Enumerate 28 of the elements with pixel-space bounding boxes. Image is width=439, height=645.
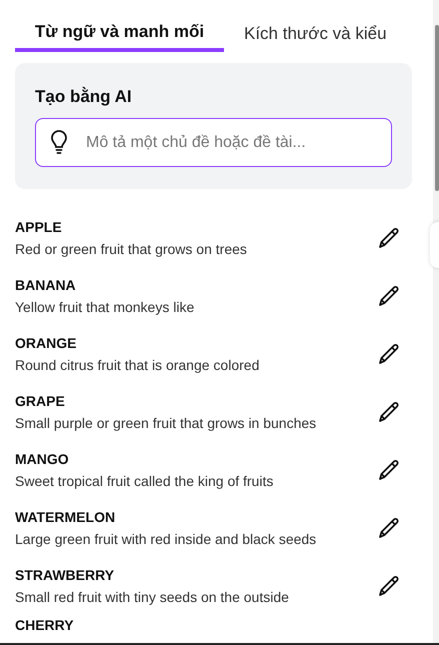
word-clue: Large green fruit with red inside and black seeds	[15, 531, 316, 547]
scrollbar-thumb[interactable]	[435, 25, 439, 191]
word-title: BANANA	[15, 277, 76, 293]
tab[interactable]: Từ ngữ và manh mối	[15, 0, 224, 52]
word-clue: Yellow fruit that monkeys like	[15, 299, 194, 315]
word-title: MANGO	[15, 451, 69, 467]
topic-input-field[interactable]: Mô tả một chủ đề hoặc đề tài...	[35, 118, 392, 167]
word-clue: Sweet tropical fruit called the king of fruits	[15, 473, 274, 489]
pencil-icon	[377, 400, 401, 424]
pencil-icon	[377, 516, 401, 540]
pencil-icon	[377, 458, 401, 482]
word-clue: Red or green fruit that grows on trees	[15, 241, 247, 257]
word-title: CHERRY	[15, 617, 74, 633]
word-title: ORANGE	[15, 335, 76, 351]
word-title: STRAWBERRY	[15, 567, 114, 583]
tab[interactable]: Kích thước và kiểu	[224, 0, 407, 52]
word-clue: Small purple or green fruit that grows in bunches	[15, 415, 316, 431]
panel-title: Tạo bằng AI	[35, 87, 132, 107]
word-title: APPLE	[15, 219, 62, 235]
pencil-icon	[377, 342, 401, 366]
pencil-icon	[377, 284, 401, 308]
word-title: GRAPE	[15, 393, 65, 409]
word-clue: Round citrus fruit that is orange colored	[15, 357, 260, 373]
lightbulb-icon	[50, 130, 68, 154]
pencil-icon	[377, 226, 401, 250]
word-title: WATERMELON	[15, 509, 116, 525]
word-clue: Small red fruit with tiny seeds on the outside	[15, 589, 289, 605]
pencil-icon	[377, 574, 401, 598]
